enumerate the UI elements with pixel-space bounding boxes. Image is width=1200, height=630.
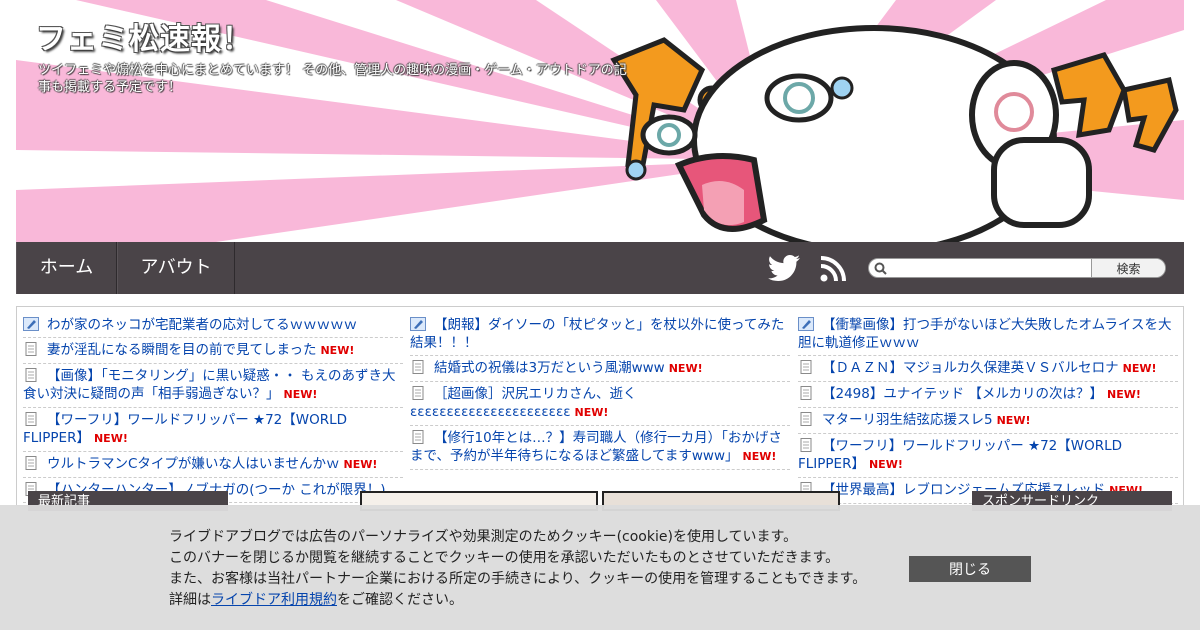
list-item[interactable]: 【修行10年とは…？】寿司職人（修行一カ月）「おかげさまで、予約が半年待ちになる…: [410, 426, 790, 470]
link-column-1: わが家のネッコが宅配業者の応対してるｗｗｗｗｗ 妻が淫乱になる瞬間を目の前で見てし…: [23, 313, 403, 503]
pen-icon: [23, 317, 39, 331]
twitter-icon[interactable]: [768, 255, 800, 281]
list-item[interactable]: わが家のネッコが宅配業者の応対してるｗｗｗｗｗ: [23, 313, 403, 338]
article-link[interactable]: 【ワーフリ】ワールドフリッパー ★72【WORLD FLIPPER】: [23, 412, 347, 446]
list-item[interactable]: ［超画像］沢尻エリカさん、逝く εεεεεεεεεεεεεεεεεεεεεε NE…: [410, 382, 790, 426]
list-item[interactable]: 【朗報】ダイソーの「杖ピタッと」を杖以外に使ってみた結果！！！: [410, 313, 790, 356]
article-link[interactable]: 【ワーフリ】ワールドフリッパー ★72【WORLD FLIPPER】: [798, 438, 1122, 472]
list-item[interactable]: 妻が淫乱になる瞬間を目の前で見てしまった NEW!: [23, 338, 403, 364]
page-icon: [23, 412, 39, 426]
sfx-gya: [1050, 52, 1179, 153]
new-badge: NEW!: [93, 432, 128, 445]
cookie-line-2: このバナーを閉じるか閲覧を継続することでクッキーの使用を承認いただいたものとさせ…: [169, 550, 840, 566]
site-title[interactable]: フェミ松速報！: [36, 14, 253, 58]
page-icon: [410, 430, 426, 444]
search-box: 検索: [868, 258, 1166, 278]
new-badge: NEW!: [668, 362, 703, 375]
list-item[interactable]: 結婚式の祝儀は3万だという風潮www NEW!: [410, 356, 790, 382]
cookie-line-3: また、お客様は当社パートナー企業における所定の手続きにより、クッキーの使用を管理…: [169, 571, 867, 587]
cookie-line-1: ライブドアブログでは広告のパーソナライズや効果測定のためクッキー(cookie)…: [169, 529, 798, 545]
list-item[interactable]: 【ワーフリ】ワールドフリッパー ★72【WORLD FLIPPER】 NEW!: [23, 408, 403, 452]
article-link[interactable]: 妻が淫乱になる瞬間を目の前で見てしまった: [47, 342, 316, 358]
cookie-close-button[interactable]: 閉じる: [909, 556, 1031, 582]
new-badge: NEW!: [343, 458, 378, 471]
article-link[interactable]: 結婚式の祝儀は3万だという風潮www: [434, 360, 665, 376]
article-link[interactable]: ウルトラマンCタイプが嫌いな人はいませんかｗ: [47, 456, 340, 472]
terms-link[interactable]: ライブドア利用規約: [211, 592, 337, 608]
search-input[interactable]: [891, 260, 1091, 276]
article-link[interactable]: 【画像】「モニタリング」に黒い疑惑・・ もえのあずき大食い対決に疑問の声「相手弱…: [23, 368, 396, 402]
antenna-link-lists: わが家のネッコが宅配業者の応対してるｗｗｗｗｗ 妻が淫乱になる瞬間を目の前で見てし…: [16, 306, 1184, 506]
new-badge: NEW!: [742, 450, 777, 463]
new-badge: NEW!: [868, 458, 903, 471]
page-icon: [23, 456, 39, 470]
article-link[interactable]: 【衝撃画像】打つ手がないほど大失敗したオムライスを大胆に軌道修正ｗｗｗ: [798, 317, 1172, 351]
rss-icon[interactable]: [820, 256, 846, 282]
article-link[interactable]: 【修行10年とは…？】寿司職人（修行一カ月）「おかげさまで、予約が半年待ちになる…: [410, 430, 782, 464]
page-icon: [23, 368, 39, 382]
article-link[interactable]: 【2498】ユナイテッド 【メルカリの次は？】: [822, 386, 1103, 402]
list-item[interactable]: 【2498】ユナイテッド 【メルカリの次は？】 NEW!: [798, 382, 1178, 408]
page-icon: [798, 386, 814, 400]
new-badge: NEW!: [283, 388, 318, 401]
article-link[interactable]: 【ＤＡＺＮ】マジョルカ久保建英ＶＳバルセロナ: [822, 360, 1119, 376]
new-badge: NEW!: [320, 344, 355, 357]
page-icon: [798, 360, 814, 374]
page-icon: [798, 412, 814, 426]
page-icon: [798, 438, 814, 452]
new-badge: NEW!: [1122, 362, 1157, 375]
article-link[interactable]: わが家のネッコが宅配業者の応対してるｗｗｗｗｗ: [47, 317, 357, 333]
cookie-detail-suffix: をご確認ください。: [337, 592, 463, 608]
article-link[interactable]: マターリ羽生結弦応援スレ5: [822, 412, 993, 428]
list-item[interactable]: 【ワーフリ】ワールドフリッパー ★72【WORLD FLIPPER】 NEW!: [798, 434, 1178, 478]
list-item[interactable]: 【ＤＡＺＮ】マジョルカ久保建英ＶＳバルセロナ NEW!: [798, 356, 1178, 382]
search-icon: [874, 262, 887, 275]
pen-icon: [410, 317, 426, 331]
pen-icon: [798, 317, 814, 331]
nav-about[interactable]: アバウト: [117, 242, 235, 294]
search-button[interactable]: 検索: [1091, 259, 1165, 277]
link-column-3: 【衝撃画像】打つ手がないほど大失敗したオムライスを大胆に軌道修正ｗｗｗ 【ＤＡＺＮ…: [798, 313, 1178, 504]
new-badge: NEW!: [574, 406, 609, 419]
site-description: ツイフェミや煽松を中心にまとめています！ その他、管理人の趣味の漫画・ゲーム・ア…: [38, 63, 627, 95]
cookie-message: ライブドアブログでは広告のパーソナライズや効果測定のためクッキー(cookie)…: [169, 527, 866, 611]
article-link[interactable]: 【朗報】ダイソーの「杖ピタッと」を杖以外に使ってみた結果！！！: [410, 317, 784, 351]
list-item[interactable]: 【画像】「モニタリング」に黒い疑惑・・ もえのあずき大食い対決に疑問の声「相手弱…: [23, 364, 403, 408]
site-header: フェミ松速報！ ツイフェミや煽松を中心にまとめています！ その他、管理人の趣味の…: [16, 0, 1184, 242]
cookie-detail-prefix: 詳細は: [169, 592, 211, 608]
link-column-2: 【朗報】ダイソーの「杖ピタッと」を杖以外に使ってみた結果！！！ 結婚式の祝儀は3万…: [410, 313, 790, 470]
new-badge: NEW!: [1106, 388, 1141, 401]
mascot-illustration: [610, 25, 1179, 242]
page-icon: [23, 342, 39, 356]
global-nav: ホーム アバウト 検索: [16, 242, 1184, 294]
cookie-consent-banner: ライブドアブログでは広告のパーソナライズや効果測定のためクッキー(cookie)…: [0, 505, 1200, 630]
page-icon: [410, 386, 426, 400]
new-badge: NEW!: [996, 414, 1031, 427]
list-item[interactable]: ウルトラマンCタイプが嫌いな人はいませんかｗ NEW!: [23, 452, 403, 478]
list-item[interactable]: 【衝撃画像】打つ手がないほど大失敗したオムライスを大胆に軌道修正ｗｗｗ: [798, 313, 1178, 356]
page-icon: [410, 360, 426, 374]
nav-home[interactable]: ホーム: [16, 242, 117, 294]
cookie-line-4: 詳細はライブドア利用規約をご確認ください。: [169, 590, 866, 611]
list-item[interactable]: マターリ羽生結弦応援スレ5 NEW!: [798, 408, 1178, 434]
